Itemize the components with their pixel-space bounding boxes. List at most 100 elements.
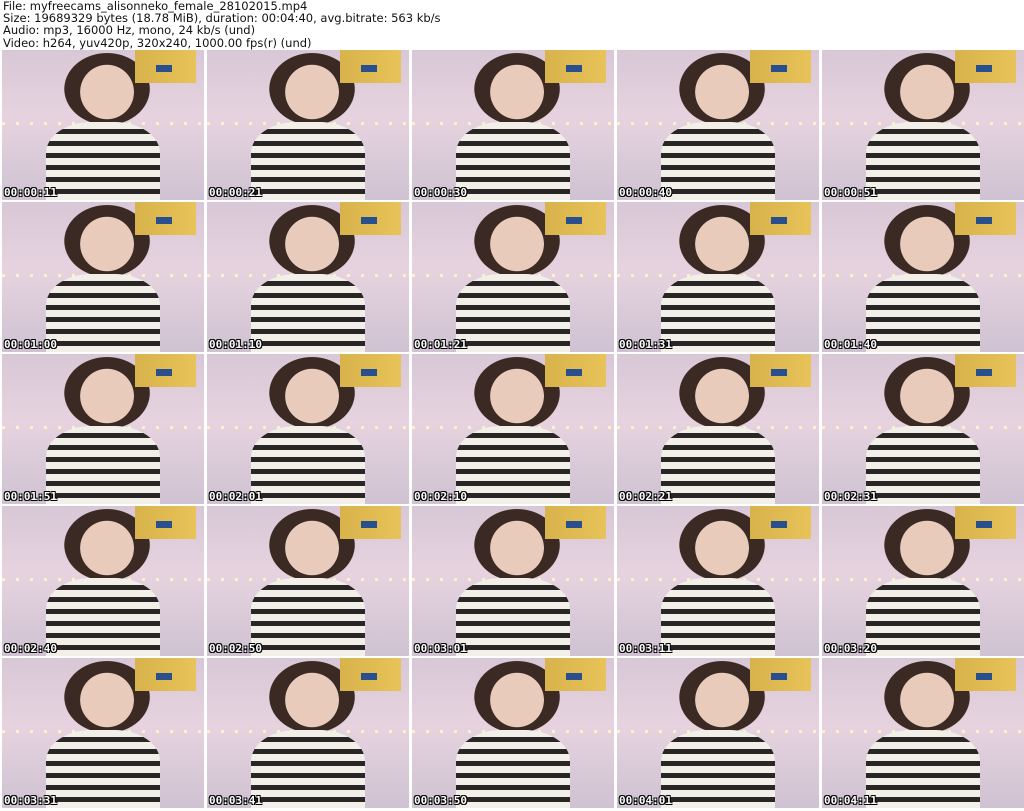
striped-shirt bbox=[46, 730, 160, 808]
striped-shirt bbox=[866, 578, 980, 656]
video-thumbnail: 00:02:40 bbox=[2, 506, 204, 656]
striped-shirt bbox=[661, 730, 775, 808]
timestamp-label: 00:04:01 bbox=[619, 794, 672, 807]
timestamp-label: 00:00:30 bbox=[414, 186, 467, 199]
file-info-header: File: myfreecams_alisonneko_female_28102… bbox=[3, 0, 441, 49]
protected-badge bbox=[975, 521, 992, 528]
timestamp-label: 00:01:21 bbox=[414, 338, 467, 351]
protected-badge bbox=[975, 673, 992, 680]
video-thumbnail: 00:01:40 bbox=[822, 202, 1024, 352]
striped-shirt bbox=[456, 274, 570, 352]
timestamp-label: 00:00:21 bbox=[209, 186, 262, 199]
timestamp-label: 00:02:01 bbox=[209, 490, 262, 503]
striped-shirt bbox=[661, 274, 775, 352]
striped-shirt bbox=[251, 578, 365, 656]
timestamp-label: 00:00:11 bbox=[4, 186, 57, 199]
striped-shirt bbox=[866, 274, 980, 352]
timestamp-label: 00:00:51 bbox=[824, 186, 877, 199]
video-thumbnail: 00:03:31 bbox=[2, 658, 204, 808]
video-line: Video: h264, yuv420p, 320x240, 1000.00 f… bbox=[3, 35, 312, 50]
protected-badge bbox=[360, 217, 377, 224]
protected-badge bbox=[155, 673, 172, 680]
video-thumbnail: 00:03:20 bbox=[822, 506, 1024, 656]
thumbnail-grid: 00:00:11 00:00:21 00:00:30 00:00:40 00:00:51… bbox=[2, 50, 1024, 808]
timestamp-label: 00:03:20 bbox=[824, 642, 877, 655]
protected-badge bbox=[155, 217, 172, 224]
protected-badge bbox=[770, 369, 787, 376]
protected-badge bbox=[975, 217, 992, 224]
video-thumbnail: 00:02:21 bbox=[617, 354, 819, 504]
protected-badge bbox=[565, 369, 582, 376]
striped-shirt bbox=[251, 426, 365, 504]
protected-badge bbox=[770, 673, 787, 680]
timestamp-label: 00:03:31 bbox=[4, 794, 57, 807]
timestamp-label: 00:01:31 bbox=[619, 338, 672, 351]
video-thumbnail: 00:03:01 bbox=[412, 506, 614, 656]
video-thumbnail: 00:03:11 bbox=[617, 506, 819, 656]
video-thumbnail: 00:02:10 bbox=[412, 354, 614, 504]
timestamp-label: 00:02:40 bbox=[4, 642, 57, 655]
video-thumbnail: 00:00:21 bbox=[207, 50, 409, 200]
timestamp-label: 00:02:50 bbox=[209, 642, 262, 655]
striped-shirt bbox=[866, 122, 980, 200]
protected-badge bbox=[565, 673, 582, 680]
striped-shirt bbox=[251, 274, 365, 352]
audio-line: Audio: mp3, 16000 Hz, mono, 24 kb/s (und… bbox=[3, 23, 256, 38]
striped-shirt bbox=[866, 426, 980, 504]
video-thumbnail: 00:00:51 bbox=[822, 50, 1024, 200]
timestamp-label: 00:01:40 bbox=[824, 338, 877, 351]
video-thumbnail: 00:02:31 bbox=[822, 354, 1024, 504]
video-thumbnail: 00:03:50 bbox=[412, 658, 614, 808]
protected-badge bbox=[360, 673, 377, 680]
striped-shirt bbox=[251, 730, 365, 808]
timestamp-label: 00:01:00 bbox=[4, 338, 57, 351]
timestamp-label: 00:03:11 bbox=[619, 642, 672, 655]
video-thumbnail: 00:00:30 bbox=[412, 50, 614, 200]
timestamp-label: 00:02:10 bbox=[414, 490, 467, 503]
protected-badge bbox=[155, 65, 172, 72]
protected-badge bbox=[360, 521, 377, 528]
striped-shirt bbox=[456, 122, 570, 200]
protected-badge bbox=[975, 369, 992, 376]
video-thumbnail: 00:02:01 bbox=[207, 354, 409, 504]
striped-shirt bbox=[46, 578, 160, 656]
protected-badge bbox=[565, 65, 582, 72]
video-thumbnail: 00:04:01 bbox=[617, 658, 819, 808]
video-thumbnail: 00:00:11 bbox=[2, 50, 204, 200]
video-thumbnail: 00:04:11 bbox=[822, 658, 1024, 808]
protected-badge bbox=[770, 65, 787, 72]
timestamp-label: 00:03:50 bbox=[414, 794, 467, 807]
timestamp-label: 00:04:11 bbox=[824, 794, 877, 807]
striped-shirt bbox=[46, 122, 160, 200]
protected-badge bbox=[155, 369, 172, 376]
video-thumbnail: 00:02:50 bbox=[207, 506, 409, 656]
video-thumbnail: 00:01:10 bbox=[207, 202, 409, 352]
striped-shirt bbox=[456, 730, 570, 808]
striped-shirt bbox=[46, 426, 160, 504]
striped-shirt bbox=[456, 578, 570, 656]
protected-badge bbox=[975, 65, 992, 72]
timestamp-label: 00:00:40 bbox=[619, 186, 672, 199]
timestamp-label: 00:03:41 bbox=[209, 794, 262, 807]
protected-badge bbox=[360, 369, 377, 376]
striped-shirt bbox=[661, 122, 775, 200]
striped-shirt bbox=[866, 730, 980, 808]
video-thumbnail: 00:01:00 bbox=[2, 202, 204, 352]
timestamp-label: 00:01:51 bbox=[4, 490, 57, 503]
protected-badge bbox=[565, 217, 582, 224]
timestamp-label: 00:01:10 bbox=[209, 338, 262, 351]
protected-badge bbox=[360, 65, 377, 72]
striped-shirt bbox=[661, 578, 775, 656]
striped-shirt bbox=[46, 274, 160, 352]
video-thumbnail: 00:01:31 bbox=[617, 202, 819, 352]
timestamp-label: 00:02:21 bbox=[619, 490, 672, 503]
protected-badge bbox=[770, 217, 787, 224]
timestamp-label: 00:03:01 bbox=[414, 642, 467, 655]
protected-badge bbox=[155, 521, 172, 528]
protected-badge bbox=[770, 521, 787, 528]
video-thumbnail: 00:01:21 bbox=[412, 202, 614, 352]
video-thumbnail: 00:00:40 bbox=[617, 50, 819, 200]
timestamp-label: 00:02:31 bbox=[824, 490, 877, 503]
video-thumbnail: 00:01:51 bbox=[2, 354, 204, 504]
protected-badge bbox=[565, 521, 582, 528]
